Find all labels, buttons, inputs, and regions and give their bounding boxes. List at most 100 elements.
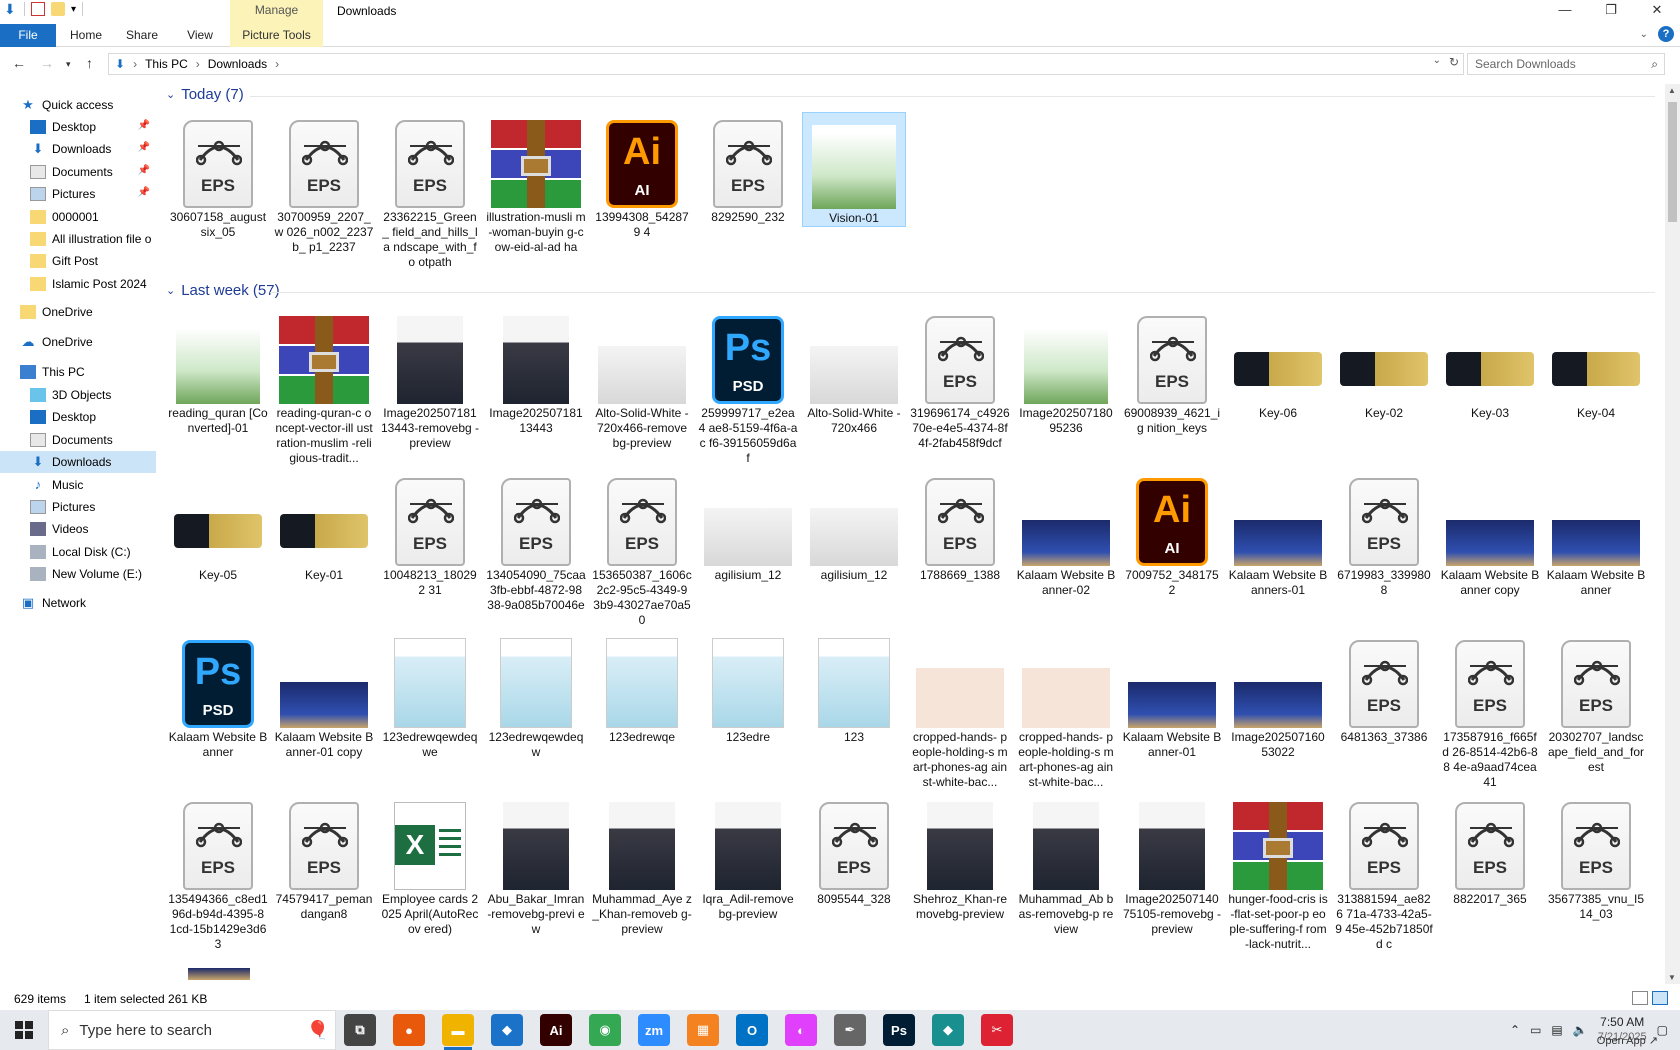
collapse-chevron-icon[interactable]: ⌄	[166, 88, 175, 101]
notifications-icon[interactable]: ▢	[1657, 1023, 1668, 1037]
breadcrumb-downloads[interactable]: Downloads	[208, 57, 267, 71]
pin-icon[interactable]: 📌	[138, 165, 150, 176]
file-item[interactable]: Ps PSD Kalaam Website Banner	[166, 632, 270, 760]
sidebar-item-local-disk-c-[interactable]: Local Disk (C:)	[0, 541, 156, 563]
taskbar-illustrator-icon[interactable]: Ai	[540, 1014, 572, 1046]
file-item[interactable]: EPS 134054090_75caa 3fb-ebbf-4872-98 38-9…	[484, 470, 588, 613]
file-item[interactable]: Kalaam Website Banner-02	[1014, 470, 1118, 598]
taskbar-file-explorer-icon[interactable]: ▬	[442, 1014, 474, 1050]
file-item[interactable]: Image202507181 13443	[484, 308, 588, 436]
scrollbar-thumb[interactable]	[1668, 102, 1677, 222]
volume-icon[interactable]: 🔈	[1573, 1023, 1588, 1037]
sidebar-item-music[interactable]: ♪ Music	[0, 474, 156, 496]
file-item[interactable]: 123edrewqewdeq w	[484, 632, 588, 760]
chevron-down-icon[interactable]: ⌄	[1433, 55, 1441, 66]
help-icon[interactable]: ?	[1658, 26, 1674, 42]
file-item[interactable]: Alto-Solid-White -720x466-remove bg-prev…	[590, 308, 694, 451]
file-item[interactable]: Vision-01	[802, 112, 906, 227]
sidebar-item-quick-access[interactable]: ★ Quick access	[0, 94, 156, 116]
vertical-scrollbar[interactable]: ▲ ▼	[1665, 84, 1680, 984]
file-item[interactable]: EPS 10048213_180292 31	[378, 470, 482, 598]
taskbar-photoshop-icon[interactable]: Ps	[883, 1014, 915, 1046]
taskbar-app-red-icon[interactable]: ✂	[981, 1014, 1013, 1046]
file-item[interactable]: EPS 20302707_landsc ape_field_and_for est	[1544, 632, 1648, 775]
taskbar-app-orange-icon[interactable]: ▦	[687, 1014, 719, 1046]
taskbar-task-view-icon[interactable]: ⧉	[344, 1014, 376, 1046]
file-item[interactable]: cropped-hands- people-holding-s mart-pho…	[908, 632, 1012, 790]
open-app-label[interactable]: Open App ↗	[1597, 1034, 1658, 1047]
file-item[interactable]: Kalaam Website Banners-01	[1226, 470, 1330, 598]
refresh-icon[interactable]: ↻	[1449, 55, 1459, 69]
forward-arrow-icon[interactable]: →	[40, 55, 54, 71]
file-item[interactable]: agilisium_12	[696, 470, 800, 583]
taskbar-firefox-icon[interactable]: ●	[393, 1014, 425, 1046]
file-item[interactable]: EPS 319696174_c4926 70e-e4e5-4374-8f 4f-2…	[908, 308, 1012, 451]
sidebar-item-documents[interactable]: Documents	[0, 429, 156, 451]
file-item[interactable]: Shehroz_Khan-re movebg-preview	[908, 794, 1012, 922]
file-item[interactable]: Image202507180 95236	[1014, 308, 1118, 436]
breadcrumb-this-pc[interactable]: This PC	[145, 57, 188, 71]
group-header[interactable]: ⌄ Today (7)	[166, 86, 244, 103]
chevron-right-icon[interactable]: ›	[133, 57, 137, 71]
tab-home[interactable]: Home	[66, 24, 106, 47]
file-item[interactable]: Alto-Solid-White -720x466	[802, 308, 906, 436]
file-item[interactable]: Image202507181 13443-removebg -preview	[378, 308, 482, 451]
file-item[interactable]: Key-03	[1438, 308, 1542, 421]
file-item[interactable]: EPS 8095544_328	[802, 794, 906, 907]
file-item[interactable]: Key-04	[1544, 308, 1648, 421]
file-item[interactable]: Kalaam Website Banner	[1544, 470, 1648, 598]
back-arrow-icon[interactable]: ←	[12, 55, 26, 71]
file-item-partial[interactable]	[188, 968, 250, 980]
sidebar-item-downloads[interactable]: ⬇ Downloads 📌	[0, 138, 156, 160]
tab-picture-tools[interactable]: Picture Tools	[230, 24, 323, 47]
file-item[interactable]: EPS 6481363_37386	[1332, 632, 1436, 745]
restore-button[interactable]: ❐	[1588, 0, 1634, 22]
close-button[interactable]: ✕	[1634, 0, 1680, 22]
scroll-up-icon[interactable]: ▲	[1668, 86, 1676, 95]
file-item[interactable]: Kalaam Website Banner copy	[1438, 470, 1542, 598]
sidebar-item-new-volume-e-[interactable]: New Volume (E:)	[0, 563, 156, 585]
download-arrow-icon[interactable]: ⬇	[4, 2, 18, 16]
file-item[interactable]: Key-05	[166, 470, 270, 583]
file-item[interactable]: Abu_Bakar_Imran -removebg-previ ew	[484, 794, 588, 937]
taskbar-app-pink-icon[interactable]: ◐	[785, 1014, 817, 1046]
tab-view[interactable]: View	[180, 24, 220, 47]
taskbar-chrome-icon[interactable]: ◉	[589, 1014, 621, 1046]
file-item[interactable]: EPS 30607158_august six_05	[166, 112, 270, 240]
large-icons-view-icon[interactable]	[1652, 991, 1668, 1005]
file-item[interactable]: illustration-musli m-woman-buyin g-cow-e…	[484, 112, 588, 255]
file-item[interactable]: reading_quran [Converted]-01	[166, 308, 270, 436]
file-item[interactable]: EPS 35677385_vnu_I5 14_03	[1544, 794, 1648, 922]
minimize-button[interactable]: —	[1542, 0, 1588, 22]
network-icon[interactable]: ▤	[1551, 1023, 1562, 1037]
file-item[interactable]: EPS 1788669_1388	[908, 470, 1012, 583]
sidebar-item-onedrive[interactable]: ☁ OneDrive	[0, 331, 156, 353]
sidebar-item-desktop[interactable]: Desktop	[0, 406, 156, 428]
file-item[interactable]: EPS 8292590_232	[696, 112, 800, 225]
file-item[interactable]: cropped-hands- people-holding-s mart-pho…	[1014, 632, 1118, 790]
sidebar-item-desktop[interactable]: Desktop 📌	[0, 116, 156, 138]
file-item[interactable]: EPS 153650387_1606c 2c2-95c5-4349-9 3b9-4…	[590, 470, 694, 628]
sidebar-item-this-pc[interactable]: This PC	[0, 361, 156, 383]
file-item[interactable]: EPS 23362215_Green_ field_and_hills_la nd…	[378, 112, 482, 270]
tab-file[interactable]: File	[0, 24, 56, 47]
sidebar-item-0000001[interactable]: 0000001	[0, 206, 156, 228]
taskbar-pen-tool-icon[interactable]: ✒	[834, 1014, 866, 1046]
file-item[interactable]: Muhammad_Ab bas-removebg-p review	[1014, 794, 1118, 937]
file-item[interactable]: reading-quran-c oncept-vector-ill ustrat…	[272, 308, 376, 466]
sidebar-item-pictures[interactable]: Pictures	[0, 496, 156, 518]
search-input[interactable]: Search Downloads ⌕	[1467, 53, 1665, 75]
file-item[interactable]: hunger-food-cris is-flat-set-poor-p eopl…	[1226, 794, 1330, 952]
file-item[interactable]: Ps PSD 259999717_e2ea4 ae8-5159-4f6a-ac f6…	[696, 308, 800, 466]
start-button[interactable]	[0, 1010, 48, 1050]
pin-icon[interactable]: 📌	[138, 142, 150, 153]
file-item[interactable]: EPS 313881594_ae826 71a-4733-42a5-9 45e-4…	[1332, 794, 1436, 952]
address-bar[interactable]: ⬇ › This PC › Downloads › ⌄ ↻	[108, 53, 1464, 75]
up-arrow-icon[interactable]: ↑	[86, 55, 93, 71]
file-item[interactable]: EPS 8822017_365	[1438, 794, 1542, 907]
taskbar-outlook-icon[interactable]: O	[736, 1014, 768, 1046]
sidebar-item-onedrive[interactable]: OneDrive	[0, 301, 156, 323]
file-item[interactable]: Key-02	[1332, 308, 1436, 421]
sidebar-item-islamic-post-2024[interactable]: Islamic Post 2024	[0, 273, 156, 295]
sidebar-item-downloads[interactable]: ⬇ Downloads	[0, 451, 156, 473]
